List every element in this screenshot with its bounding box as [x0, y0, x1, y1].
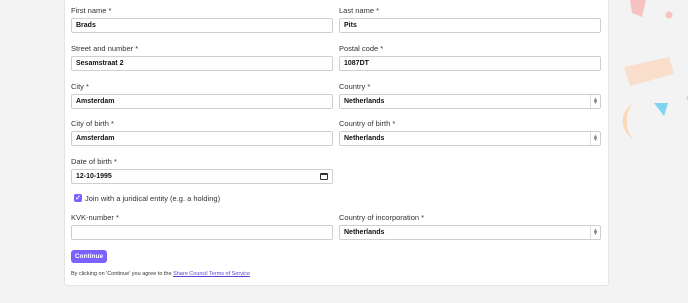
first-name-field[interactable]: Brads	[71, 18, 333, 33]
street-field[interactable]: Sesamstraat 2	[71, 56, 333, 71]
country-of-birth-label: Country of birth *	[339, 119, 396, 128]
city-value: Amsterdam	[76, 98, 115, 105]
calendar-icon[interactable]	[320, 173, 328, 180]
kvk-number-label: KVK-number *	[71, 213, 119, 222]
postal-code-label: Postal code *	[339, 44, 384, 53]
street-label: Street and number *	[71, 44, 139, 53]
terms-text: By clicking on 'Continue' you agree to t…	[71, 271, 250, 277]
city-field[interactable]: Amsterdam	[71, 94, 333, 109]
country-of-birth-select[interactable]: Netherlands ▲ ▼	[339, 131, 601, 146]
city-label: City *	[71, 82, 89, 91]
terms-prefix: By clicking on 'Continue' you agree to t…	[71, 271, 174, 277]
postal-code-value: 1087DT	[344, 60, 369, 67]
last-name-value: Pits	[344, 22, 357, 29]
city-of-birth-value: Amsterdam	[76, 135, 115, 142]
city-of-birth-field[interactable]: Amsterdam	[71, 131, 333, 146]
juridical-label: Join with a juridical entity (e.g. a hol…	[85, 194, 221, 203]
juridical-checkbox[interactable]: ✓	[74, 194, 82, 202]
date-of-birth-value: 12-10-1995	[76, 173, 112, 180]
country-of-incorporation-select[interactable]: Netherlands ▲ ▼	[339, 225, 601, 240]
date-of-birth-label: Date of birth *	[71, 157, 117, 166]
first-name-label: First name *	[71, 6, 112, 15]
continue-button[interactable]: Continue	[71, 250, 107, 263]
date-of-birth-field[interactable]: 12-10-1995	[71, 169, 333, 184]
chevron-updown-icon: ▲ ▼	[590, 132, 600, 145]
country-of-incorporation-label: Country of incorporation *	[339, 213, 425, 222]
street-value: Sesamstraat 2	[76, 60, 124, 67]
chevron-updown-icon: ▲ ▼	[590, 226, 600, 239]
last-name-label: Last name *	[339, 6, 380, 15]
last-name-field[interactable]: Pits	[339, 18, 601, 33]
postal-code-field[interactable]: 1087DT	[339, 56, 601, 71]
terms-link[interactable]: Share Council Terms of Service	[173, 271, 250, 277]
country-of-incorporation-value: Netherlands	[344, 229, 385, 236]
city-of-birth-label: City of birth *	[71, 119, 114, 128]
kvk-number-field[interactable]	[71, 225, 333, 240]
chevron-updown-icon: ▲ ▼	[590, 95, 600, 108]
country-label: Country *	[339, 82, 371, 91]
country-select[interactable]: Netherlands ▲ ▼	[339, 94, 601, 109]
decorative-confetti	[622, 0, 688, 139]
first-name-value: Brads	[76, 22, 96, 29]
checkmark-icon: ✓	[75, 194, 81, 202]
country-of-birth-value: Netherlands	[344, 135, 385, 142]
country-value: Netherlands	[344, 98, 385, 105]
